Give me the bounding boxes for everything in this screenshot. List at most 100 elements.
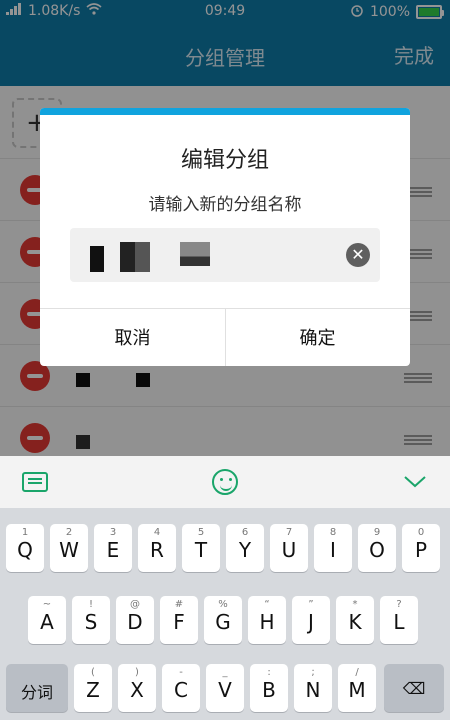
key-label: T bbox=[194, 538, 208, 562]
key-hint: 6 bbox=[241, 527, 249, 538]
key-label: G bbox=[215, 610, 231, 634]
key-hint: ) bbox=[135, 667, 139, 678]
key-m[interactable]: / M bbox=[338, 664, 376, 712]
key-hint: 1 bbox=[21, 527, 29, 538]
key-hint: / bbox=[355, 667, 359, 678]
key-label: V bbox=[218, 678, 232, 702]
key-label: L bbox=[393, 610, 405, 634]
key-label: J bbox=[308, 610, 314, 634]
key-hint: “ bbox=[264, 599, 270, 610]
key-hint: 5 bbox=[197, 527, 205, 538]
key-p[interactable]: 0P bbox=[402, 524, 440, 572]
key-label: M bbox=[348, 678, 366, 702]
key-b[interactable]: :B bbox=[250, 664, 288, 712]
key-hint: 3 bbox=[109, 527, 117, 538]
key-hint: 8 bbox=[329, 527, 337, 538]
key-z[interactable]: (Z bbox=[74, 664, 112, 712]
key-c[interactable]: -C bbox=[162, 664, 200, 712]
key-label: S bbox=[84, 610, 98, 634]
key-l[interactable]: ? L bbox=[380, 596, 418, 644]
key-o[interactable]: 9O bbox=[358, 524, 396, 572]
edit-group-dialog: 编辑分组 请输入新的分组名称 ✕ 取消 确定 bbox=[40, 108, 410, 366]
key-hint: : bbox=[267, 667, 271, 678]
key-j[interactable]: ” J bbox=[292, 596, 330, 644]
key-label: F bbox=[173, 610, 185, 634]
key-hint: % bbox=[218, 599, 228, 610]
key-hint: 9 bbox=[373, 527, 381, 538]
key-u[interactable]: 7U bbox=[270, 524, 308, 572]
redacted-text bbox=[120, 242, 150, 272]
key-t[interactable]: 5T bbox=[182, 524, 220, 572]
clear-input-icon[interactable]: ✕ bbox=[346, 243, 370, 267]
key-y[interactable]: 6Y bbox=[226, 524, 264, 572]
key-label: I bbox=[330, 538, 336, 562]
redacted-text bbox=[90, 246, 104, 272]
key-f[interactable]: # F bbox=[160, 596, 198, 644]
key-k[interactable]: * K bbox=[336, 596, 374, 644]
key-label: D bbox=[127, 610, 143, 634]
key-label: W bbox=[59, 538, 79, 562]
confirm-button[interactable]: 确定 bbox=[225, 309, 410, 366]
key-label: H bbox=[259, 610, 275, 634]
key-w[interactable]: 2W bbox=[50, 524, 88, 572]
backspace-icon: ⌫ bbox=[402, 679, 426, 698]
dialog-button-row: 取消 确定 bbox=[40, 308, 410, 366]
key-label: A bbox=[40, 610, 54, 634]
key-i[interactable]: 8I bbox=[314, 524, 352, 572]
key-label: Z bbox=[86, 678, 100, 702]
key-label: Q bbox=[17, 538, 33, 562]
key-hint: 2 bbox=[65, 527, 73, 538]
key-label: R bbox=[150, 538, 164, 562]
chevron-down-icon[interactable] bbox=[404, 476, 426, 488]
key-a[interactable]: ~ A bbox=[28, 596, 66, 644]
group-name-input[interactable] bbox=[70, 228, 380, 282]
key-hint: # bbox=[174, 599, 184, 610]
key-hint: ; bbox=[311, 667, 315, 678]
key-label: Y bbox=[238, 538, 252, 562]
key-label: B bbox=[262, 678, 276, 702]
app-screen: 1.08K/s 09:49 100% 分组管理 完成 + 编辑分组 请输入新的分… bbox=[0, 0, 450, 720]
key-r[interactable]: 4R bbox=[138, 524, 176, 572]
key-x[interactable]: ) X bbox=[118, 664, 156, 712]
key-hint: * bbox=[352, 599, 358, 610]
key-label: O bbox=[369, 538, 385, 562]
key-v[interactable]: _ V bbox=[206, 664, 244, 712]
key-hint: ” bbox=[308, 599, 314, 610]
key-label: E bbox=[106, 538, 120, 562]
key-hint: 7 bbox=[285, 527, 293, 538]
key-label: K bbox=[348, 610, 362, 634]
key-label: X bbox=[130, 678, 144, 702]
key-hint: ? bbox=[396, 599, 402, 610]
soft-keyboard: 1Q2W3E4R5T6Y7U8I9O0P ~ A! S @ D # F% G “H” J * K? L … bbox=[0, 456, 450, 720]
key-hint: ( bbox=[91, 667, 95, 678]
key-hint: 4 bbox=[153, 527, 161, 538]
cancel-button[interactable]: 取消 bbox=[40, 309, 225, 366]
key-hint: _ bbox=[222, 667, 228, 678]
key-g[interactable]: % G bbox=[204, 596, 242, 644]
key-d[interactable]: @ D bbox=[116, 596, 154, 644]
key-q[interactable]: 1Q bbox=[6, 524, 44, 572]
key-n[interactable]: ; N bbox=[294, 664, 332, 712]
keyboard-icon[interactable] bbox=[22, 472, 48, 492]
key-label: C bbox=[174, 678, 188, 702]
emoji-icon[interactable] bbox=[212, 469, 238, 495]
key-hint: ! bbox=[88, 599, 93, 610]
key-label: N bbox=[305, 678, 321, 702]
key-e[interactable]: 3E bbox=[94, 524, 132, 572]
dialog-title: 编辑分组 bbox=[180, 148, 269, 173]
key-h[interactable]: “H bbox=[248, 596, 286, 644]
key-hint: @ bbox=[130, 599, 140, 610]
key-label: P bbox=[414, 538, 428, 562]
redacted-text bbox=[180, 242, 210, 266]
keyboard-toolbar bbox=[0, 456, 450, 508]
dialog-subtitle: 请输入新的分组名称 bbox=[148, 195, 302, 215]
key-label: U bbox=[281, 538, 297, 562]
group-name-field[interactable]: ✕ bbox=[70, 228, 380, 282]
key-s[interactable]: ! S bbox=[72, 596, 110, 644]
backspace-key[interactable]: ⌫ bbox=[384, 664, 444, 712]
key-hint: - bbox=[179, 667, 183, 678]
key-hint: 0 bbox=[417, 527, 425, 538]
segment-key[interactable]: 分词 bbox=[6, 664, 68, 712]
dialog-accent-bar bbox=[40, 108, 410, 115]
key-hint: ~ bbox=[42, 599, 52, 610]
